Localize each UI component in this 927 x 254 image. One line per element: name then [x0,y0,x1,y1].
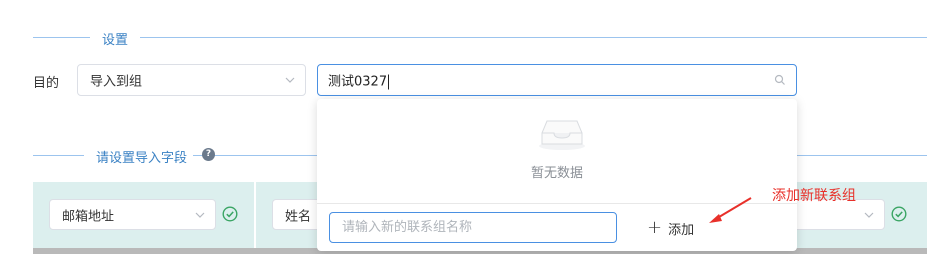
question-icon[interactable]: ? [202,148,215,161]
check-circle-icon [891,206,907,222]
group-search-input[interactable]: 测试0327 [317,64,797,96]
empty-state-text: 暂无数据 [530,166,583,181]
group-search-value: 测试0327 [328,74,388,90]
chevron-down-icon [285,77,295,83]
search-icon [774,74,785,85]
fields-section-title: 请设置导入字段 [84,147,194,166]
new-group-name-field[interactable] [330,213,616,242]
plus-icon: + [647,217,663,238]
target-label: 目的 [33,76,60,91]
field-select-email-value: 邮箱地址 [62,209,115,224]
empty-inbox-icon [539,120,585,150]
new-group-name-input[interactable] [329,212,617,243]
text-caret [388,74,390,90]
settings-section-line [33,37,927,38]
chevron-down-icon [864,212,874,218]
annotation-label: 添加新联系组 [772,188,856,204]
add-group-button-label: 添加 [668,222,695,238]
annotation-arrow-icon [709,197,752,223]
check-circle-icon [222,206,238,222]
chevron-down-icon [195,212,205,218]
settings-section-title: 设置 [90,29,141,48]
import-mode-select[interactable]: 导入到组 [77,64,306,96]
add-group-button[interactable]: + 添加 [647,216,694,240]
field-select-email[interactable]: 邮箱地址 [49,199,216,230]
import-mode-value: 导入到组 [90,74,143,90]
field-select-name-value: 姓名 [285,209,312,224]
